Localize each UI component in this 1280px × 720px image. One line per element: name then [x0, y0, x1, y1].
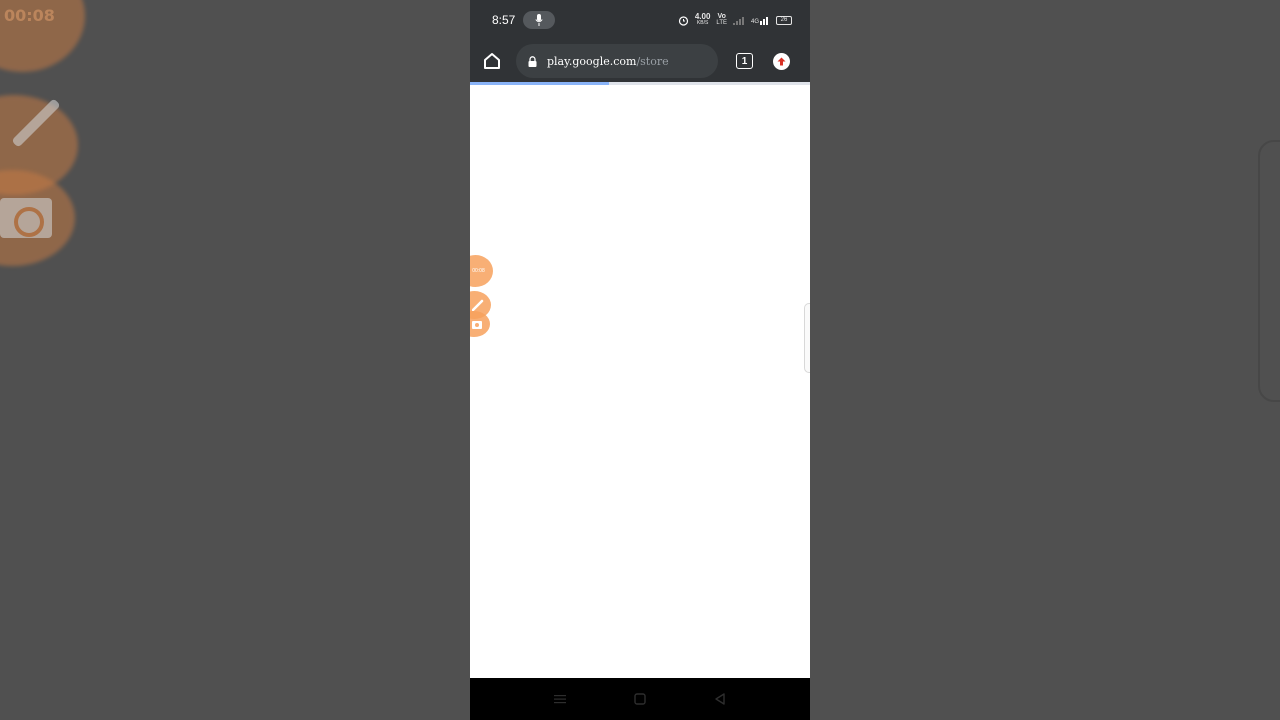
battery-icon: 26	[776, 15, 792, 25]
system-nav-bar	[470, 678, 810, 720]
signal-weak-icon	[732, 17, 744, 25]
bg-timer-text: 00:08	[4, 6, 55, 25]
home-icon[interactable]	[482, 51, 502, 71]
url-text[interactable]: play.google.com/store	[547, 55, 669, 68]
bg-camera-icon	[0, 198, 52, 238]
browser-toolbar: play.google.com/store 1	[470, 40, 810, 82]
address-bar[interactable]: play.google.com/store	[516, 44, 718, 78]
alarm-icon	[678, 15, 688, 26]
status-time: 8:57	[492, 13, 516, 27]
volte-indicator: Vo LTE	[716, 13, 727, 26]
status-icons: 4.00 KB/S Vo LTE 4G 26	[678, 13, 792, 27]
url-domain: play.google.com	[547, 54, 637, 68]
phone-screen: 8:57 4.00 KB/S Vo LTE 4G 26 play.google.…	[470, 0, 810, 720]
upload-arrow-icon	[777, 57, 786, 65]
lock-icon[interactable]	[528, 55, 537, 67]
net-speed: 4.00 KB/S	[694, 12, 711, 27]
signal-strong-icon	[760, 17, 768, 25]
edge-panel-handle[interactable]	[804, 303, 810, 373]
web-content[interactable]: 00:08	[470, 85, 810, 679]
square-home-icon[interactable]	[633, 692, 647, 706]
recorder-camera-button[interactable]	[470, 311, 490, 337]
bg-side-handle	[1258, 140, 1280, 402]
brush-icon	[471, 299, 483, 311]
recorder-timer-button[interactable]: 00:08	[470, 255, 493, 287]
url-path: /store	[636, 54, 669, 68]
tab-switcher-button[interactable]: 1	[736, 53, 753, 69]
extension-button[interactable]	[773, 52, 790, 70]
mic-indicator	[523, 11, 556, 29]
camera-icon	[472, 320, 482, 329]
screen-recording-frame: 00:08 8:57 4.00 KB/S Vo LTE 4G 26 play.g…	[0, 0, 1280, 720]
menu-icon[interactable]	[553, 693, 567, 705]
network-type: 4G	[751, 15, 770, 25]
status-bar: 8:57 4.00 KB/S Vo LTE 4G 26	[470, 0, 810, 40]
back-icon[interactable]	[713, 692, 727, 706]
recorder-timer-text: 00:08	[472, 268, 485, 274]
microphone-icon	[535, 14, 543, 26]
